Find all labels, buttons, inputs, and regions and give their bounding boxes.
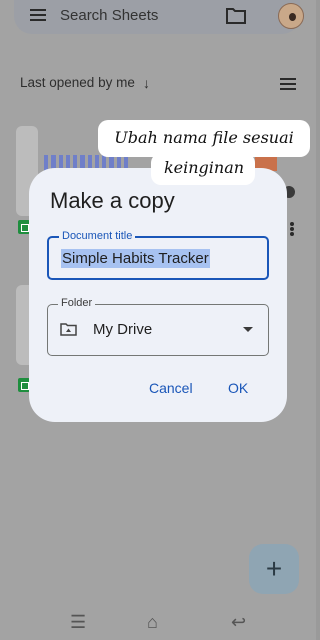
back-icon[interactable]: ↩ bbox=[231, 612, 246, 633]
make-a-copy-dialog: Make a copy Document title Simple Habits… bbox=[29, 168, 287, 422]
sort-label[interactable]: Last opened by me bbox=[20, 75, 135, 90]
dialog-title: Make a copy bbox=[50, 188, 175, 213]
recents-icon[interactable]: ☰ bbox=[70, 612, 86, 633]
search-input[interactable]: Search Sheets bbox=[60, 7, 158, 24]
sort-direction-icon[interactable]: ↓ bbox=[143, 75, 150, 91]
document-title-field[interactable]: Document title Simple Habits Tracker bbox=[47, 230, 269, 280]
dropdown-arrow-icon[interactable] bbox=[243, 327, 253, 332]
drive-folder-icon bbox=[60, 323, 77, 336]
annotation-text-line2: keinginan bbox=[163, 158, 245, 177]
cancel-button[interactable]: Cancel bbox=[149, 380, 193, 396]
folder-value: My Drive bbox=[93, 321, 153, 338]
system-navigation-bar: ☰ ⌂ ↩ bbox=[0, 600, 316, 640]
annotation-text-line1: Ubah nama file sesuai bbox=[114, 128, 294, 147]
search-bar[interactable]: Search Sheets bbox=[14, 0, 304, 34]
folder-icon[interactable] bbox=[226, 6, 246, 24]
tutorial-annotation: Ubah nama file sesuai keinginan bbox=[98, 120, 310, 186]
add-button[interactable]: + bbox=[249, 544, 299, 594]
folder-select[interactable]: Folder My Drive bbox=[47, 297, 269, 356]
menu-icon[interactable] bbox=[30, 9, 46, 22]
avatar[interactable] bbox=[278, 3, 304, 29]
document-title-label: Document title bbox=[59, 230, 136, 242]
ok-button[interactable]: OK bbox=[228, 380, 248, 396]
more-vert-icon[interactable] bbox=[290, 222, 294, 236]
add-icon: + bbox=[265, 553, 283, 584]
folder-label: Folder bbox=[58, 297, 96, 309]
document-title-input[interactable]: Simple Habits Tracker bbox=[61, 249, 210, 268]
list-view-icon[interactable] bbox=[280, 78, 296, 90]
home-icon[interactable]: ⌂ bbox=[147, 612, 158, 633]
